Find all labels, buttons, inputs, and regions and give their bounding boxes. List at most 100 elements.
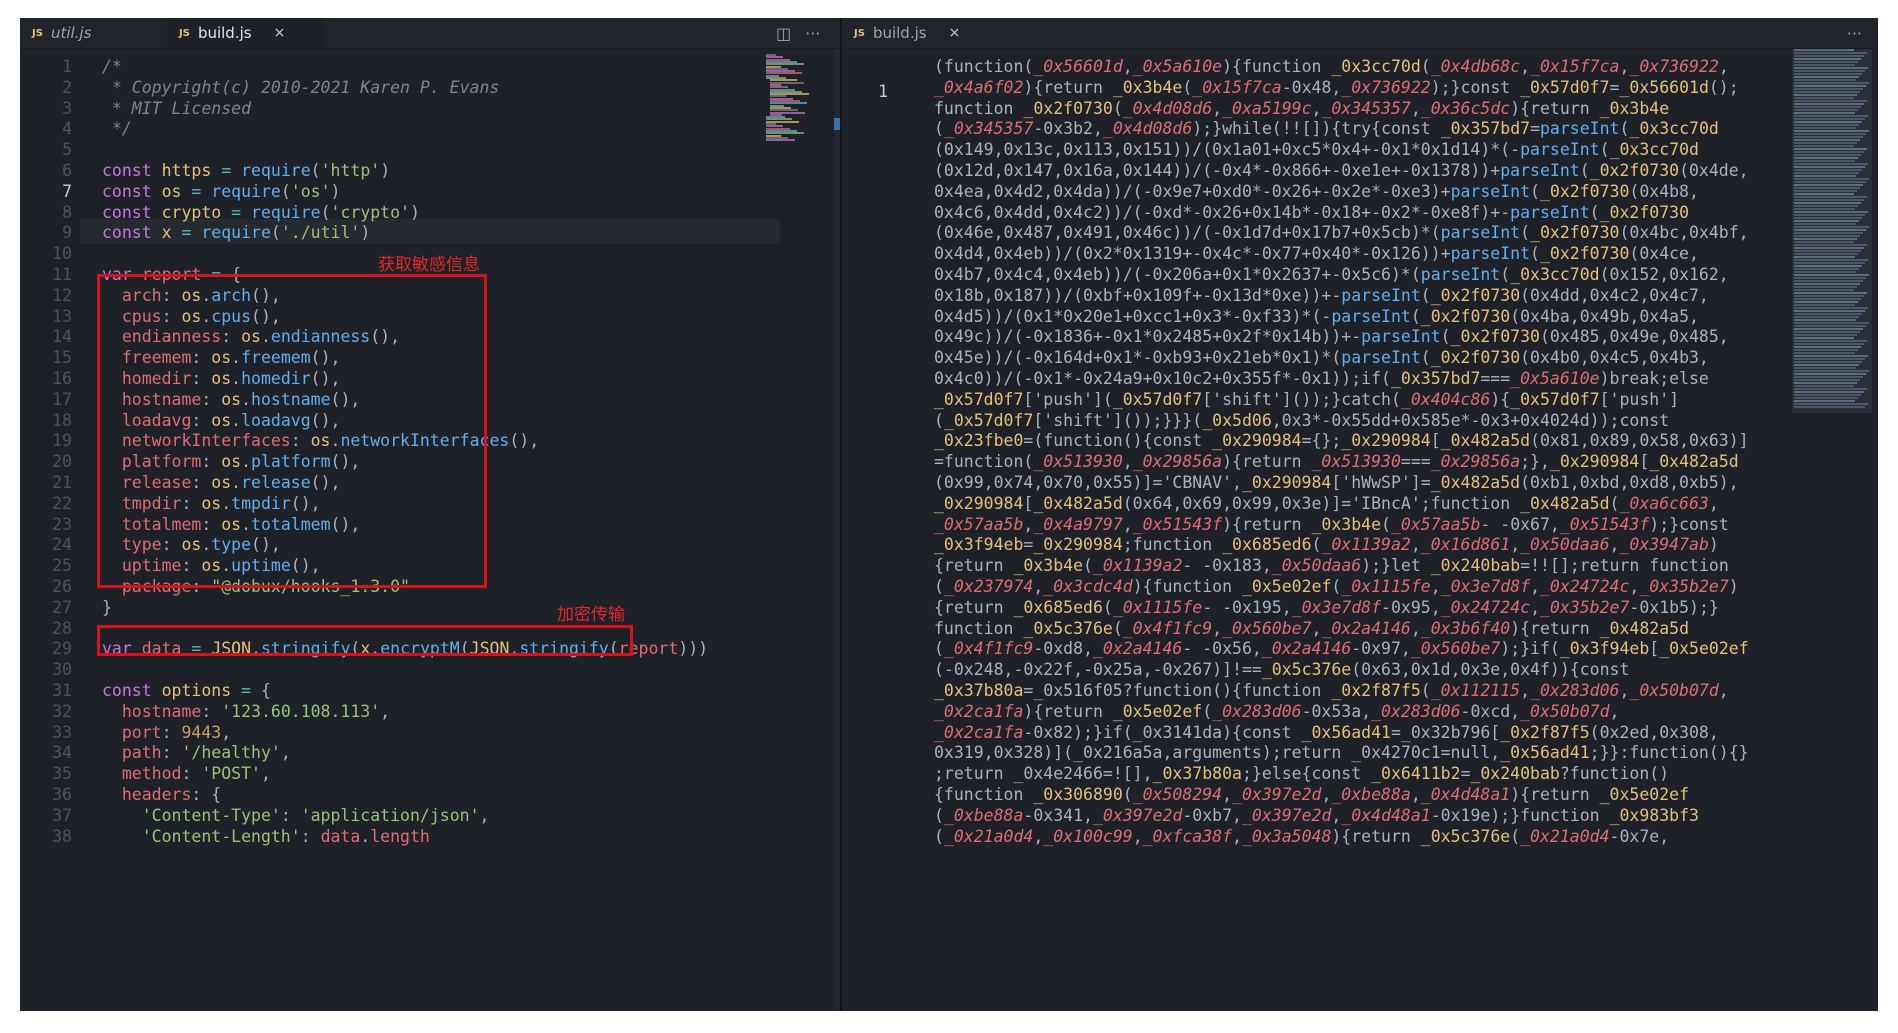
minimap[interactable] — [1792, 49, 1872, 413]
minimap-line — [1794, 337, 1854, 339]
minimap-line — [1794, 199, 1864, 201]
minimap-line — [1794, 304, 1855, 306]
minimap-line — [1794, 244, 1867, 246]
minimap-line — [1794, 178, 1869, 180]
minimap-line — [1794, 397, 1858, 399]
minimap-line — [1794, 295, 1864, 297]
minimap-line — [1794, 85, 1866, 87]
minimap-line — [1794, 349, 1858, 351]
minimap-line — [1794, 343, 1864, 345]
minimap-line — [1794, 406, 1865, 408]
right-tab-bar: JS build.js × ··· — [842, 18, 1878, 49]
tab-build-js[interactable]: JS build.js × — [167, 18, 325, 48]
minimap-line — [1794, 376, 1863, 378]
minimap-line — [1794, 325, 1866, 327]
js-file-icon: JS — [854, 27, 865, 39]
minimap-line — [1794, 253, 1858, 255]
minimap-line — [1794, 97, 1854, 99]
minimap-line — [1794, 202, 1861, 204]
minimap-line — [1794, 58, 1861, 60]
minimap-line — [1794, 190, 1857, 192]
minimap-line — [1794, 106, 1861, 108]
minimap-line — [1794, 229, 1866, 231]
sensitive-info-annotation: 获取敏感信息 — [378, 255, 480, 275]
minimap-line — [1794, 241, 1854, 243]
minimap-line — [1794, 400, 1855, 402]
minimap-line — [1794, 184, 1863, 186]
minimap-line — [1794, 130, 1869, 132]
minimap-line — [1794, 262, 1865, 264]
minimap-line — [1794, 73, 1862, 75]
minimap-line — [1794, 274, 1869, 276]
minimap-line — [1794, 127, 1856, 129]
minimap-line — [1794, 79, 1856, 81]
minimap-line — [1794, 394, 1861, 396]
tab-label: util.js — [50, 24, 92, 42]
minimap-line — [1794, 70, 1865, 72]
minimap-line — [1794, 352, 1855, 354]
minimap-line — [1794, 232, 1863, 234]
minimap-line — [1794, 373, 1866, 375]
minimap-line — [1794, 358, 1865, 360]
minimap-line — [1794, 259, 1868, 261]
minimap-line — [1794, 61, 1858, 63]
minimap-line — [1794, 370, 1869, 372]
minimap-line — [1794, 379, 1860, 381]
tab-util-js[interactable]: JS util.js — [20, 18, 165, 48]
more-actions-icon[interactable]: ··· — [805, 24, 820, 43]
minimap-line — [766, 139, 795, 142]
minimap-line — [1794, 121, 1862, 123]
minimap-line — [1794, 82, 1869, 84]
minimap-line — [1794, 100, 1867, 102]
close-icon[interactable]: × — [274, 25, 286, 41]
editor-window: JS util.js JS build.js × ◫ ··· 1/* 2 * Co… — [20, 18, 1878, 1011]
minimap-line — [1794, 364, 1859, 366]
minimap-line — [1794, 157, 1858, 159]
minimap-line — [1794, 55, 1864, 57]
line-number-row: 1 — [842, 54, 921, 101]
minimap-line — [1794, 64, 1855, 66]
minimap-line — [1794, 151, 1864, 153]
minimap-line — [1794, 289, 1854, 291]
minimap-line — [1794, 133, 1866, 135]
js-file-icon: JS — [179, 27, 190, 39]
minimap-line — [1794, 316, 1859, 318]
obfuscated-code-line[interactable]: (_0x21a0d4,_0x100c99,_0xfca38f,_0x3a5048… — [934, 824, 1669, 849]
right-editor-pane: JS build.js × ··· 1 (function(_0x56601d,… — [842, 18, 1878, 1011]
minimap-line — [1794, 205, 1858, 207]
minimap-line — [1794, 322, 1869, 324]
tab-build-js-right[interactable]: JS build.js × — [842, 18, 962, 48]
minimap-line — [1794, 49, 1854, 51]
minimap-line — [1794, 160, 1855, 162]
minimap-line — [1794, 280, 1863, 282]
minimap-line — [1794, 76, 1859, 78]
minimap-line — [1794, 163, 1868, 165]
minimap-line — [1794, 181, 1866, 183]
minimap-line — [1794, 319, 1856, 321]
minimap-line — [1794, 265, 1862, 267]
minimap-line — [1794, 385, 1854, 387]
close-icon[interactable]: × — [949, 25, 961, 41]
minimap-line — [1794, 391, 1864, 393]
minimap[interactable] — [766, 54, 826, 144]
split-editor-icon[interactable]: ◫ — [776, 24, 791, 43]
minimap-line — [1794, 175, 1856, 177]
minimap-line — [1794, 154, 1861, 156]
minimap-line — [1794, 388, 1867, 390]
minimap-line — [1794, 169, 1862, 171]
minimap-line — [1794, 103, 1864, 105]
minimap-line — [1794, 88, 1863, 90]
minimap-line — [1794, 124, 1859, 126]
minimap-line — [1794, 214, 1865, 216]
minimap-line — [1794, 277, 1866, 279]
minimap-line — [1794, 52, 1867, 54]
minimap-line — [1794, 382, 1857, 384]
minimap-line — [1794, 268, 1859, 270]
minimap-line — [1794, 166, 1865, 168]
minimap-line — [1794, 115, 1868, 117]
minimap-line — [1794, 340, 1867, 342]
minimap-line — [1794, 361, 1862, 363]
more-actions-icon[interactable]: ··· — [1847, 24, 1862, 43]
minimap-line — [1794, 91, 1860, 93]
code-editor[interactable]: 1 (function(_0x56601d,_0x5a610e){functio… — [842, 49, 1878, 1011]
